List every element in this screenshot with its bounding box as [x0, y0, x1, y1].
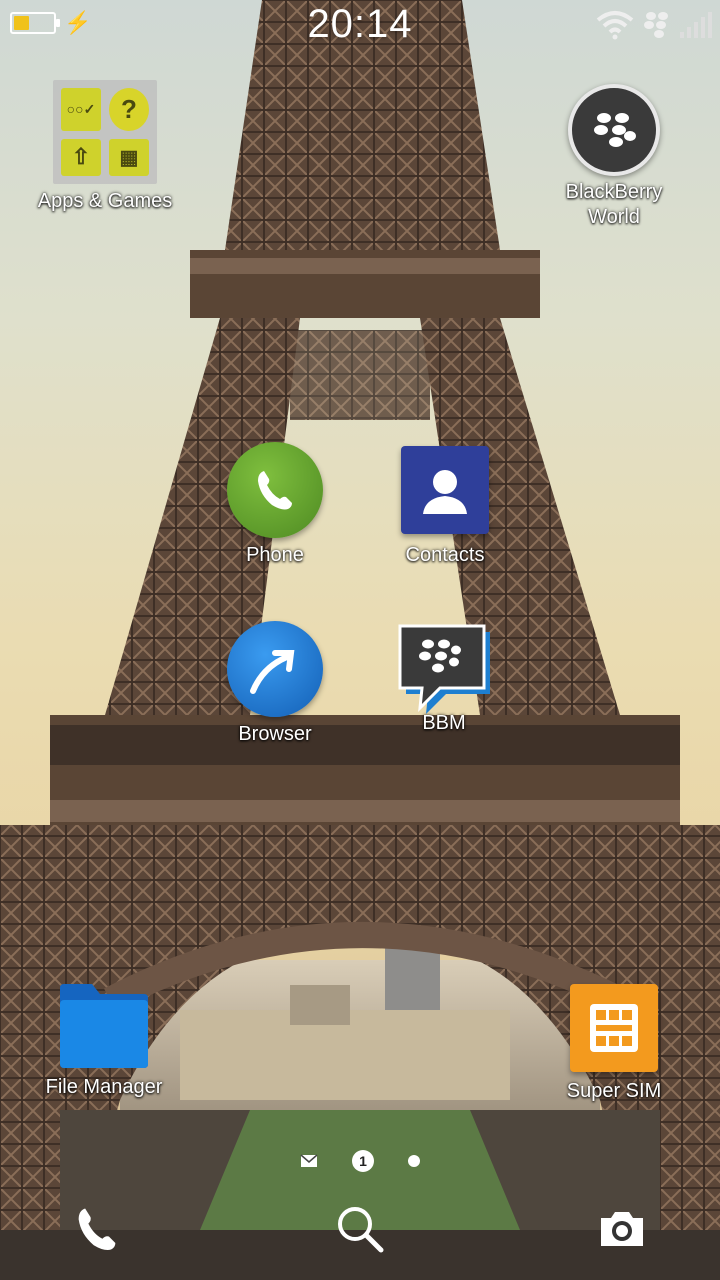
app-bbm[interactable]: BBM: [359, 624, 529, 736]
browser-icon: [227, 621, 323, 717]
page-dot[interactable]: [408, 1155, 420, 1167]
app-phone[interactable]: Phone: [190, 442, 360, 568]
hub-envelope-icon[interactable]: [300, 1154, 318, 1168]
app-label: Apps & Games: [37, 190, 173, 212]
app-file-manager[interactable]: File Manager: [19, 982, 189, 1100]
app-label: File Manager: [45, 1076, 163, 1098]
current-page-indicator[interactable]: 1: [352, 1150, 374, 1172]
app-blackberry-world[interactable]: BlackBerry World: [529, 84, 699, 230]
search-icon[interactable]: [325, 1194, 395, 1264]
file-manager-icon: [58, 982, 150, 1070]
contacts-icon: [401, 446, 489, 534]
phone-icon: [227, 442, 323, 538]
app-label-line2: World: [588, 206, 640, 228]
wifi-icon: [596, 11, 634, 40]
camera-icon[interactable]: [587, 1194, 657, 1264]
signal-icon: [680, 12, 712, 38]
phone-dock-icon[interactable]: [62, 1194, 132, 1264]
dock: [0, 1194, 720, 1264]
folder-icon: ○○✓ ? ⇧ ▦: [53, 80, 157, 184]
qr-nfc-mini-icon: ▦: [109, 138, 149, 176]
bbm-icon: [396, 624, 492, 716]
app-label: Super SIM: [566, 1080, 662, 1102]
app-label: Browser: [238, 723, 312, 745]
app-label-line1: BlackBerry: [565, 181, 663, 203]
blackberry-messenger-status-icon: [644, 12, 668, 38]
app-browser[interactable]: Browser: [190, 621, 360, 747]
help-mini-icon: ?: [109, 88, 149, 131]
update-mini-icon: ⇧: [61, 138, 101, 176]
status-bar: ⚡ 20:14: [0, 0, 720, 48]
page-indicator: 1: [0, 1148, 720, 1174]
app-label: Contacts: [405, 544, 485, 566]
app-contacts[interactable]: Contacts: [360, 446, 530, 568]
app-apps-games[interactable]: ○○✓ ? ⇧ ▦ Apps & Games: [20, 80, 190, 214]
app-label: Phone: [246, 544, 304, 566]
super-sim-icon: [570, 984, 658, 1072]
app-label: BlackBerry World: [529, 180, 699, 230]
blackberry-world-icon: [568, 84, 660, 176]
apps-mini-icon: ○○✓: [61, 88, 101, 131]
app-super-sim[interactable]: Super SIM: [529, 984, 699, 1104]
